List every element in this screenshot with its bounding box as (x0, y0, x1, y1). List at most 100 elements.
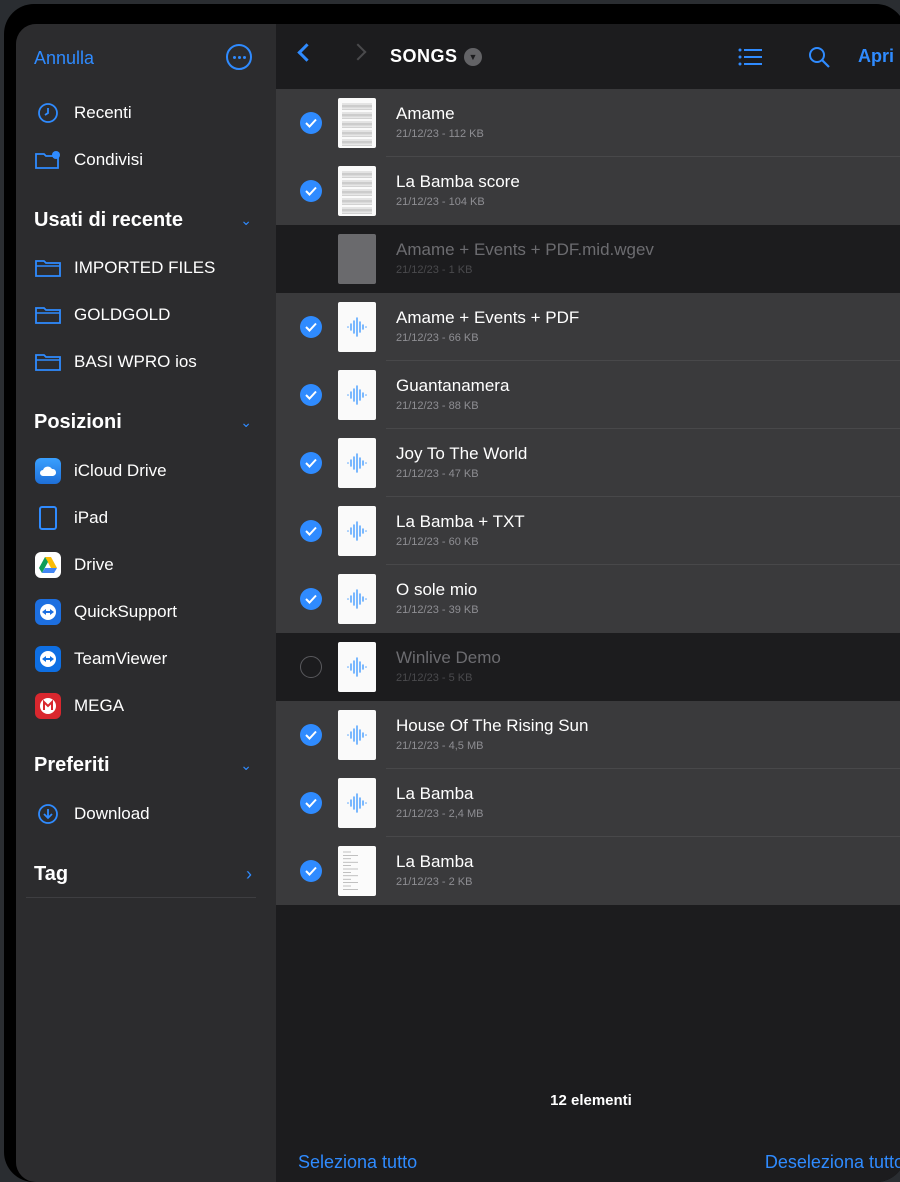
audio-file-icon (338, 438, 376, 488)
checkmark-circle-icon[interactable] (300, 520, 322, 542)
folder-icon (34, 350, 62, 374)
file-row[interactable]: La Bamba score 21/12/23 - 104 KB (276, 157, 900, 225)
mega-icon (34, 693, 62, 719)
teamviewer-icon (34, 646, 62, 672)
sidebar-item-label: GOLDGOLD (74, 305, 171, 324)
sidebar-item-goldgold[interactable]: GOLDGOLD (34, 301, 170, 329)
sidebar-item-mega[interactable]: MEGA (34, 692, 124, 720)
file-name: Amame + Events + PDF.mid.wgev (396, 240, 654, 259)
file-name: La Bamba + TXT (396, 512, 525, 531)
chevron-down-icon[interactable]: ▼ (464, 48, 482, 66)
file-row[interactable]: Amame + Events + PDF.mid.wgev 21/12/23 - … (276, 225, 900, 293)
file-row[interactable]: La Bamba + TXT 21/12/23 - 60 KB (276, 497, 900, 565)
chevron-down-icon: ⌄ (240, 756, 252, 773)
text-file-thumbnail (338, 846, 376, 896)
ipad-icon (34, 506, 62, 530)
file-row[interactable]: Joy To The World 21/12/23 - 47 KB (276, 429, 900, 497)
file-name: La Bamba score (396, 172, 520, 191)
sidebar-item-quicksupport[interactable]: QuickSupport (34, 598, 177, 626)
file-row[interactable]: La Bamba 21/12/23 - 2 KB (276, 837, 900, 905)
file-meta: 21/12/23 - 104 KB (396, 196, 485, 208)
sidebar-item-download[interactable]: Download (34, 800, 150, 828)
file-row[interactable]: Amame 21/12/23 - 112 KB (276, 89, 900, 157)
score-thumbnail (338, 166, 376, 216)
checkmark-circle-icon[interactable] (300, 180, 322, 202)
folder-icon (34, 256, 62, 280)
sidebar-item-imported-files[interactable]: IMPORTED FILES (34, 254, 215, 282)
file-name: Winlive Demo (396, 648, 501, 667)
sidebar-header: Annulla (34, 44, 258, 76)
file-meta: 21/12/23 - 2 KB (396, 876, 473, 888)
sidebar-item-label: Drive (74, 555, 114, 574)
audio-file-icon (338, 302, 376, 352)
sidebar-item-drive[interactable]: Drive (34, 551, 114, 579)
more-options-icon[interactable] (226, 44, 252, 70)
sidebar-item-label: BASI WPRO ios (74, 352, 197, 371)
checkmark-circle-icon[interactable] (300, 384, 322, 406)
sidebar-item-basi-wpro-ios[interactable]: BASI WPRO ios (34, 348, 197, 376)
file-meta: 21/12/23 - 5 KB (396, 672, 473, 684)
section-tags-header[interactable]: Tag › (34, 859, 252, 889)
chevron-down-icon: ⌄ (240, 211, 252, 228)
file-meta: 21/12/23 - 47 KB (396, 468, 479, 480)
sidebar-item-label: TeamViewer (74, 649, 168, 668)
sidebar-item-icloud-drive[interactable]: iCloud Drive (34, 457, 167, 485)
checkmark-circle-icon[interactable] (300, 588, 322, 610)
sidebar-item-teamviewer[interactable]: TeamViewer (34, 645, 167, 673)
file-row[interactable]: House Of The Rising Sun 21/12/23 - 4,5 MB (276, 701, 900, 769)
generic-file-icon (338, 234, 376, 284)
file-name: Amame (396, 104, 455, 123)
sidebar-item-recenti[interactable]: Recenti (34, 99, 132, 127)
section-title: Usati di recente (34, 208, 183, 231)
file-row[interactable]: Winlive Demo 21/12/23 - 5 KB (276, 633, 900, 701)
file-row[interactable]: Guantanamera 21/12/23 - 88 KB (276, 361, 900, 429)
sidebar-item-condivisi[interactable]: Condivisi (34, 146, 143, 174)
section-title: Posizioni (34, 410, 122, 433)
checkmark-circle-icon[interactable] (300, 112, 322, 134)
checkmark-circle-icon[interactable] (300, 792, 322, 814)
sidebar-item-ipad[interactable]: iPad (34, 504, 108, 532)
checkmark-circle-icon[interactable] (300, 452, 322, 474)
file-row[interactable]: O sole mio 21/12/23 - 39 KB (276, 565, 900, 633)
checkmark-circle-icon[interactable] (300, 316, 322, 338)
folder-title[interactable]: SONGS (390, 46, 458, 67)
file-meta: 21/12/23 - 60 KB (396, 536, 479, 548)
back-icon[interactable] (297, 43, 316, 62)
list-view-icon[interactable] (738, 48, 762, 66)
section-favorites-header[interactable]: Preferiti ⌄ (34, 750, 252, 780)
open-button[interactable]: Apri (858, 46, 894, 67)
file-name: O sole mio (396, 580, 478, 599)
file-row[interactable]: Amame + Events + PDF 21/12/23 - 66 KB (276, 293, 900, 361)
section-locations-header[interactable]: Posizioni ⌄ (34, 407, 252, 437)
sidebar-item-label: Download (74, 804, 150, 823)
sidebar-item-label: iPad (74, 508, 109, 527)
section-recent-header[interactable]: Usati di recente ⌄ (34, 205, 252, 235)
file-name: La Bamba (396, 784, 474, 803)
empty-circle-icon[interactable] (300, 656, 322, 678)
file-name: Joy To The World (396, 444, 528, 463)
folder-icon (34, 303, 62, 327)
file-meta: 21/12/23 - 112 KB (396, 128, 484, 140)
icloud-icon (34, 458, 62, 484)
select-all-button[interactable]: Seleziona tutto (298, 1152, 417, 1173)
audio-file-icon (338, 506, 376, 556)
score-thumbnail (338, 98, 376, 148)
checkmark-circle-icon[interactable] (300, 860, 322, 882)
ipad-frame: Annulla Recenti Condivisi Usati di recen… (4, 4, 900, 1182)
item-count: 12 elementi (550, 1092, 632, 1109)
search-icon[interactable] (808, 46, 830, 68)
cancel-button[interactable]: Annulla (34, 48, 94, 69)
forward-icon[interactable] (349, 43, 367, 61)
file-row[interactable]: La Bamba 21/12/23 - 2,4 MB (276, 769, 900, 837)
file-name: La Bamba (396, 852, 474, 871)
file-name: Amame + Events + PDF (396, 308, 580, 327)
download-icon (34, 802, 62, 826)
sidebar-item-label: MEGA (74, 696, 125, 715)
files-picker: Annulla Recenti Condivisi Usati di recen… (16, 24, 900, 1182)
file-meta: 21/12/23 - 1 KB (396, 264, 473, 276)
clock-icon (34, 101, 62, 125)
chevron-right-icon: › (246, 863, 252, 884)
audio-file-icon (338, 710, 376, 760)
deselect-all-button[interactable]: Deseleziona tutto (765, 1152, 900, 1173)
checkmark-circle-icon[interactable] (300, 724, 322, 746)
